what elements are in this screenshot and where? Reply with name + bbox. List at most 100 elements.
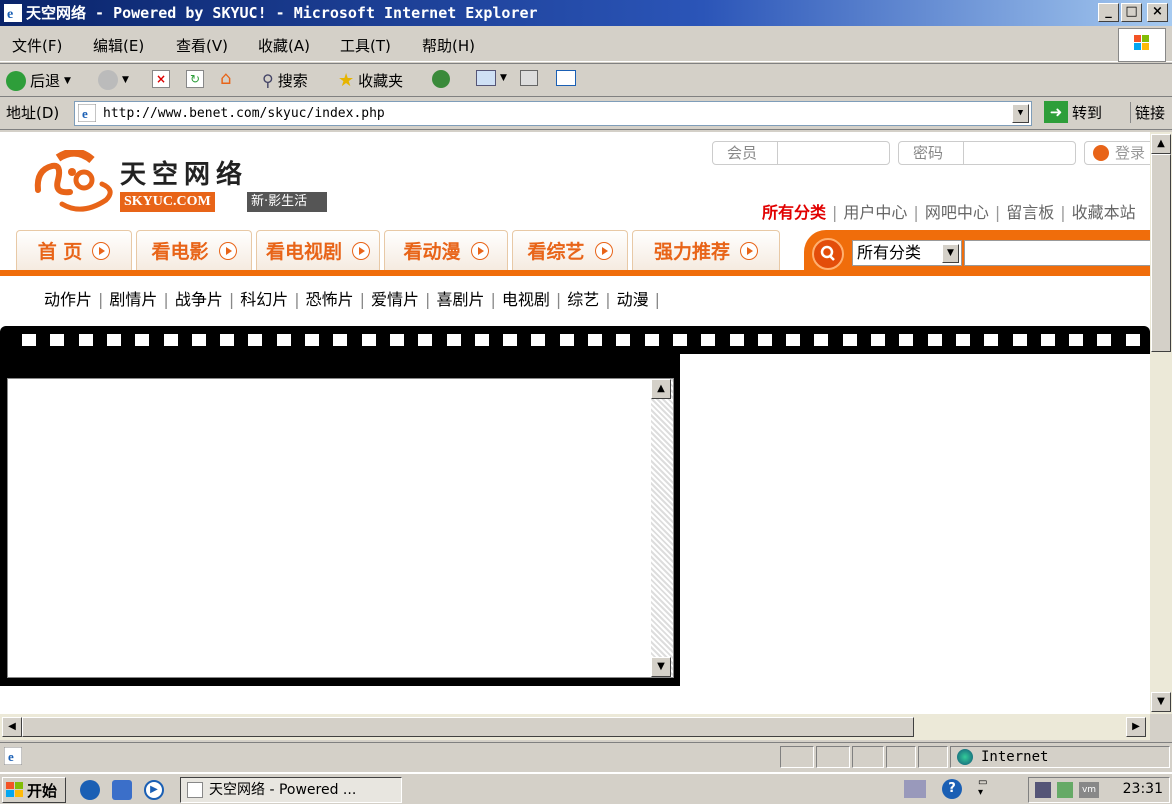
scroll-left-icon[interactable]: ◀: [2, 717, 22, 737]
login-label: 登录: [1115, 144, 1146, 162]
subnav-item[interactable]: 科幻片: [240, 290, 288, 309]
subnav-item[interactable]: 战争片: [175, 290, 223, 309]
back-arrow-icon: [6, 70, 26, 91]
search-input[interactable]: [964, 240, 1150, 266]
close-button[interactable]: ×: [1147, 3, 1168, 22]
login-button[interactable]: 登录: [1084, 141, 1150, 165]
play-icon: [594, 241, 613, 260]
svg-text:e: e: [8, 749, 14, 764]
forward-arrow-icon: [98, 70, 118, 90]
scroll-down-icon[interactable]: ▼: [1151, 692, 1171, 712]
go-button[interactable]: ➜ 转到: [1044, 101, 1102, 123]
nav-tab-anime[interactable]: 看动漫: [384, 230, 508, 270]
taskbar-item-ie[interactable]: 天空网络 - Powered ...: [180, 777, 402, 803]
stop-button[interactable]: ×: [152, 70, 170, 88]
top-link-user-center[interactable]: 用户中心: [843, 203, 907, 222]
menu-tools[interactable]: 工具(T): [340, 35, 391, 56]
maximize-button[interactable]: □: [1121, 3, 1142, 22]
top-link-guestbook[interactable]: 留言板: [1006, 203, 1054, 222]
favorites-button[interactable]: ★ 收藏夹: [338, 70, 403, 91]
scroll-right-icon[interactable]: ▶: [1126, 717, 1146, 737]
nav-tab-movies[interactable]: 看电影: [136, 230, 252, 270]
player-scrollbar[interactable]: ▲ ▼: [651, 379, 673, 677]
top-link-netbar-center[interactable]: 网吧中心: [925, 203, 989, 222]
minimize-button[interactable]: _: [1098, 3, 1119, 22]
password-field[interactable]: 密码: [898, 141, 1076, 165]
menu-view[interactable]: 查看(V): [176, 35, 228, 56]
nav-tab-variety[interactable]: 看综艺: [512, 230, 628, 270]
nav-tab-recommended[interactable]: 强力推荐: [632, 230, 780, 270]
address-input[interactable]: e http://www.benet.com/skyuc/index.php ▼: [74, 101, 1032, 126]
film-hole: [786, 334, 801, 346]
print-button[interactable]: [520, 70, 538, 86]
subnav-item[interactable]: 电视剧: [502, 290, 550, 309]
search-category-select[interactable]: 所有分类 ▼: [852, 240, 962, 266]
tray-monitor-icon[interactable]: [1035, 782, 1051, 798]
media-player-icon[interactable]: ▶: [144, 780, 164, 800]
member-field[interactable]: 会员: [712, 141, 890, 165]
top-link-bookmark[interactable]: 收藏本站: [1072, 203, 1136, 222]
ie-quicklaunch-icon[interactable]: [80, 780, 100, 800]
subnav-item[interactable]: 恐怖片: [306, 290, 354, 309]
scroll-down-icon[interactable]: ▼: [651, 657, 671, 677]
ie-icon: e: [4, 4, 22, 22]
edit-button[interactable]: [556, 70, 576, 86]
forward-button[interactable]: ▼: [98, 70, 129, 90]
search-button[interactable]: ⚲ 搜索: [262, 70, 308, 91]
logo-chinese: 天空网络: [120, 160, 249, 190]
member-input[interactable]: [777, 142, 778, 164]
subnav-item[interactable]: 喜剧片: [436, 290, 484, 309]
globe-icon: [957, 749, 973, 765]
go-arrow-icon: ➜: [1044, 101, 1068, 123]
top-link-all-categories[interactable]: 所有分类: [762, 203, 826, 222]
search-magnifier-icon[interactable]: [812, 238, 844, 270]
film-hole: [531, 334, 546, 346]
start-button[interactable]: 开始: [2, 777, 66, 803]
subnav-item[interactable]: 综艺: [567, 290, 599, 309]
address-dropdown-icon[interactable]: ▼: [1012, 104, 1029, 123]
scroll-up-icon[interactable]: ▲: [651, 379, 671, 399]
menu-favorites[interactable]: 收藏(A): [258, 35, 310, 56]
nav-tab-tv[interactable]: 看电视剧: [256, 230, 380, 270]
subnav-item[interactable]: 动作片: [44, 290, 92, 309]
menu-bar: 文件(F) 编辑(E) 查看(V) 收藏(A) 工具(T) 帮助(H): [0, 28, 1172, 62]
film-hole: [389, 334, 404, 346]
outlook-quicklaunch-icon[interactable]: [112, 780, 132, 800]
player-area[interactable]: ▲ ▼: [7, 378, 674, 678]
language-icon[interactable]: ▭ ▾: [978, 778, 994, 800]
help-icon[interactable]: ?: [942, 779, 962, 799]
vertical-scrollbar[interactable]: ▲ ▼: [1150, 132, 1172, 714]
back-label: 后退: [30, 72, 61, 90]
tray-shield-icon[interactable]: [1057, 782, 1073, 798]
svg-text:e: e: [82, 106, 88, 121]
password-input[interactable]: [963, 142, 964, 164]
film-hole: [50, 334, 65, 346]
back-button[interactable]: 后退 ▼: [6, 70, 71, 91]
film-hole: [333, 334, 348, 346]
history-button[interactable]: [432, 70, 450, 88]
subnav-item[interactable]: 剧情片: [109, 290, 157, 309]
menu-file[interactable]: 文件(F): [12, 35, 62, 56]
search-category-value: 所有分类: [857, 243, 922, 262]
windows-logo-icon: [1118, 28, 1166, 62]
links-button[interactable]: 链接: [1130, 102, 1165, 123]
menu-help[interactable]: 帮助(H): [422, 35, 475, 56]
subnav-item[interactable]: 动漫: [617, 290, 649, 309]
hscroll-thumb[interactable]: [22, 717, 914, 737]
subnav-item[interactable]: 爱情片: [371, 290, 419, 309]
scroll-up-icon[interactable]: ▲: [1151, 134, 1171, 154]
network-icon[interactable]: [904, 780, 926, 798]
star-icon: ★: [338, 70, 355, 91]
logo-english: SKYUC.COM: [120, 192, 215, 212]
nav-tab-home[interactable]: 首 页: [16, 230, 132, 270]
mail-button[interactable]: ▼: [476, 70, 507, 86]
home-button[interactable]: ⌂: [220, 70, 240, 88]
edit-page-icon: [556, 70, 576, 86]
scroll-thumb[interactable]: [1151, 154, 1171, 352]
svg-text:e: e: [7, 7, 13, 22]
menu-edit[interactable]: 编辑(E): [93, 35, 144, 56]
chevron-down-icon[interactable]: ▼: [942, 244, 959, 263]
horizontal-scrollbar[interactable]: ◀ ▶: [0, 714, 1150, 740]
vmware-tray-icon[interactable]: vm: [1079, 782, 1099, 798]
refresh-button[interactable]: ↻: [186, 70, 204, 88]
